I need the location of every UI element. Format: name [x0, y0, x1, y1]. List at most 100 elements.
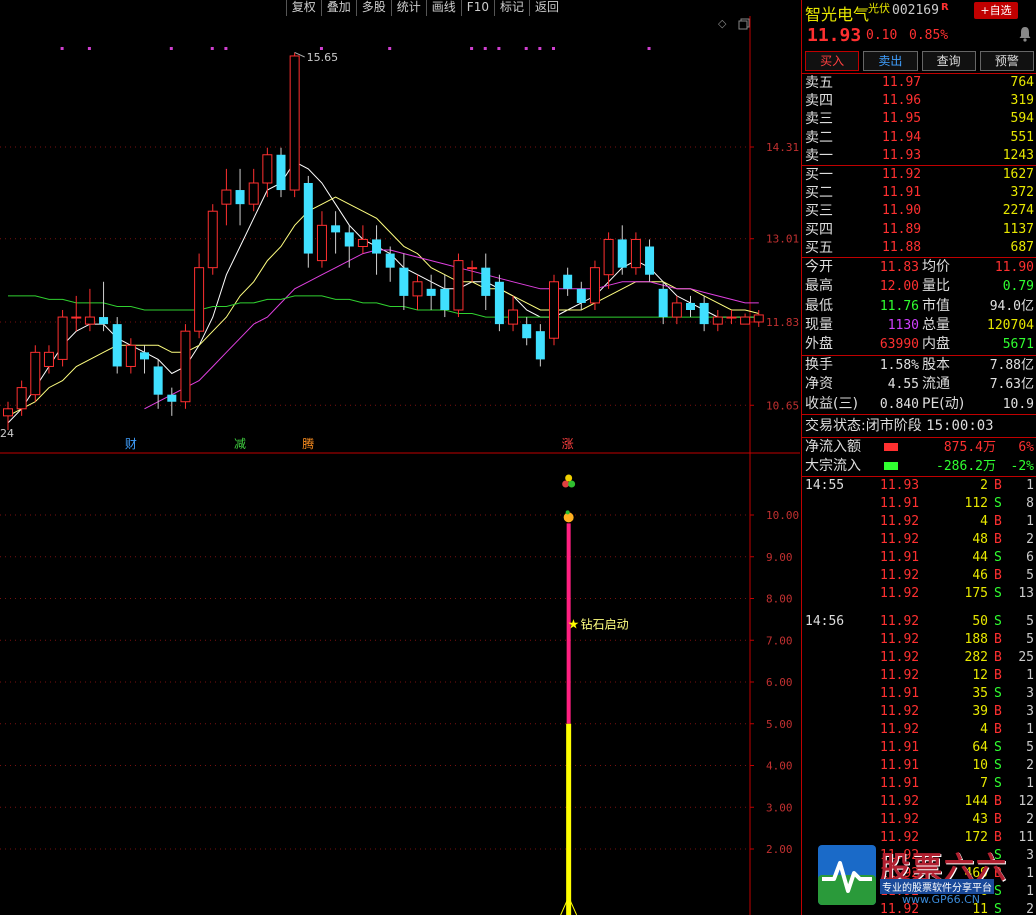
stat-value: 1.58% — [879, 357, 919, 373]
price-axis-label: 13.01 — [766, 233, 799, 246]
tick-side: B — [994, 794, 1002, 809]
candle-body-down — [576, 288, 586, 303]
kline-chart[interactable]: 14.31 13.01 11.83 10.65 15.65 24 财 减 腾 涨 10.00 9.00… — [0, 0, 800, 915]
ask-volume: 1243 — [1002, 147, 1034, 163]
tick-volume: 144 — [964, 794, 988, 809]
tick-row: 11.92 144 B 12 — [802, 793, 1036, 811]
stat-value: 11.90 — [994, 259, 1034, 275]
tick-row: 11.92 46 B 5 — [802, 567, 1036, 585]
tick-price: 11.91 — [880, 496, 920, 511]
diamond-icon[interactable]: ◇ — [718, 18, 730, 30]
chart-area[interactable]: 14.31 13.01 11.83 10.65 15.65 24 财 减 腾 涨 10.00 9.00… — [0, 0, 800, 915]
stat-value: 7.63亿 — [989, 377, 1034, 393]
ask-label: 卖四 — [805, 93, 833, 110]
signal-dot — [210, 47, 214, 50]
tick-side: S — [994, 496, 1002, 511]
cluster-ball-icon — [565, 474, 573, 482]
bid-row[interactable]: 买一 11.92 1627 — [802, 166, 1036, 184]
ask-row[interactable]: 卖三 11.95 594 — [802, 110, 1036, 128]
signal-dot — [87, 47, 91, 50]
toolbar-button-overlay[interactable]: 叠加 — [320, 0, 356, 16]
signal-dot — [647, 47, 651, 50]
tick-row: 11.92 175 S 13 — [802, 585, 1036, 603]
flow-row: 净流入额 875.4万 6% — [802, 438, 1036, 457]
bid-row[interactable]: 买二 11.91 372 — [802, 184, 1036, 202]
ask-volume: 594 — [1010, 111, 1034, 127]
tick-row: 11.92 48 B 2 — [802, 531, 1036, 549]
toolbar-button-draw[interactable]: 画线 — [425, 0, 461, 16]
alert-button[interactable]: 预警 — [979, 51, 1034, 71]
bid-price: 11.90 — [882, 203, 922, 219]
ma-line-ma5 — [7, 161, 759, 424]
bid-row[interactable]: 买四 11.89 1137 — [802, 221, 1036, 239]
candle-body-up — [603, 238, 614, 276]
indicator-axis-label: 7.00 — [766, 634, 793, 647]
price-line: 11.93 0.10 0.85% — [802, 22, 1036, 48]
tick-row: 14:56 11.92 50 S 5 — [802, 613, 1036, 631]
toolbar-button-stats[interactable]: 统计 — [390, 0, 426, 16]
tick-count: 8 — [1026, 496, 1034, 511]
stat-value: 10.9 — [1002, 396, 1034, 412]
bid-volume: 1627 — [1002, 166, 1034, 182]
tick-volume: 188 — [964, 632, 988, 647]
tick-count: 6 — [1026, 550, 1034, 565]
toolbar-button-f10[interactable]: F10 — [460, 0, 494, 16]
candle-body-down — [385, 253, 395, 268]
bid-price: 11.91 — [882, 185, 922, 201]
candle-body-up — [221, 189, 232, 205]
tick-time: 14:55 — [805, 478, 845, 493]
toolbar-button-adjust[interactable]: 复权 — [285, 0, 321, 16]
tick-row: 11.91 112 S 8 — [802, 495, 1036, 513]
bid-row[interactable]: 买五 11.88 687 — [802, 239, 1036, 257]
toolbar-button-back[interactable]: 返回 — [528, 0, 564, 16]
candle-body-down — [563, 274, 573, 289]
restore-icon[interactable] — [738, 18, 750, 30]
stat-row: 现量 1130 总量 120704 — [802, 316, 1036, 335]
toolbar-button-multi[interactable]: 多股 — [355, 0, 391, 16]
tick-side: B — [994, 514, 1002, 529]
ask-row[interactable]: 卖四 11.96 319 — [802, 92, 1036, 110]
ask-row[interactable]: 卖五 11.97 764 — [802, 74, 1036, 92]
price-axis-label: 10.65 — [766, 399, 799, 412]
price-axis-label: 11.83 — [766, 316, 799, 329]
buy-button[interactable]: 买入 — [805, 51, 860, 71]
candle-body-up — [57, 316, 68, 360]
stat-row: 最高 12.00 量比 0.79 — [802, 277, 1036, 296]
query-button[interactable]: 查询 — [921, 51, 976, 71]
stat-value: 94.0亿 — [989, 298, 1034, 314]
candle-body-up — [630, 238, 641, 269]
indicator-axis-label: 10.00 — [766, 509, 799, 522]
bid-row[interactable]: 买三 11.90 2274 — [802, 202, 1036, 220]
signal-dot — [470, 47, 474, 50]
tick-price: 11.92 — [880, 812, 920, 827]
stat-value: 12.00 — [879, 279, 919, 295]
tick-side: S — [994, 776, 1002, 791]
candle-body-up — [671, 302, 682, 318]
candle-body-up — [508, 309, 519, 325]
ask-row[interactable]: 卖一 11.93 1243 — [802, 147, 1036, 165]
ask-label: 卖五 — [805, 75, 833, 91]
tick-count: 5 — [1026, 568, 1034, 583]
tick-row: 11.92 12 B 1 — [802, 667, 1036, 685]
stat-label: 股本 — [922, 356, 950, 373]
candle-body-down — [440, 288, 450, 311]
candle-body-up — [453, 260, 464, 311]
candle-body-up — [125, 344, 136, 367]
stat-row: 今开 11.83 均价 11.90 — [802, 258, 1036, 277]
ask-row[interactable]: 卖二 11.94 551 — [802, 129, 1036, 147]
bid-label: 买二 — [805, 185, 833, 202]
concept-tag[interactable]: 光伏 — [868, 0, 890, 16]
tick-volume: 12 — [972, 668, 988, 683]
toolbar-button-mark[interactable]: 标记 — [493, 0, 529, 16]
cluster-ball-icon — [568, 480, 576, 488]
stat-label: 收益(三) — [805, 395, 858, 412]
flow-value: -286.2万 — [936, 459, 996, 474]
sell-button[interactable]: 卖出 — [863, 51, 918, 71]
tick-count: 13 — [1018, 586, 1034, 601]
add-favorite-button[interactable]: +自选 — [974, 2, 1018, 19]
bell-icon[interactable] — [1018, 26, 1032, 42]
tick-volume: 35 — [972, 686, 988, 701]
tick-count: 2 — [1026, 758, 1034, 773]
tick-row: 11.92 39 B 3 — [802, 703, 1036, 721]
flow-bar — [884, 462, 898, 470]
